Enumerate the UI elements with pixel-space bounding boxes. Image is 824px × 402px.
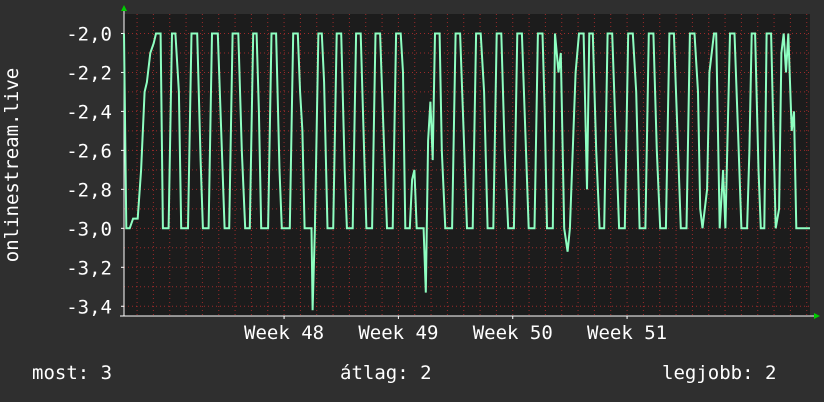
x-axis-arrow (814, 313, 820, 319)
legend-current: most: 3 (32, 362, 112, 384)
y-axis-arrow (121, 5, 127, 11)
y-tick-label: -2,0 (66, 23, 112, 45)
y-tick-label: -2,2 (66, 62, 112, 84)
legend-average-label: átlag: (340, 362, 409, 384)
x-tick-label: Week 48 (244, 322, 324, 344)
y-axis-label-wrap: onlinestream.live (0, 0, 26, 320)
x-ticks: Week 48 Week 49 Week 50 Week 51 (244, 316, 667, 344)
legend-best-label: legjobb: (662, 362, 754, 384)
y-tick-label: -3,2 (66, 257, 112, 279)
legend-average-value: 2 (420, 362, 432, 384)
chart: -2,0 -2,2 -2,4 -2,6 -2,8 -3,0 -3,2 -3,4 Week 48… (66, 5, 820, 344)
y-tick-label: -2,8 (66, 179, 112, 201)
legend-best: legjobb: 2 (662, 362, 776, 384)
legend-current-label: most: (32, 362, 90, 384)
legend-best-value: 2 (764, 362, 777, 384)
y-tick-label: -2,6 (66, 140, 112, 162)
x-tick-label: Week 51 (587, 322, 667, 344)
x-tick-label: Week 50 (473, 322, 553, 344)
legend-current-value: 3 (100, 362, 113, 384)
y-tick-label: -3,4 (66, 296, 112, 318)
y-ticks: -2,0 -2,2 -2,4 -2,6 -2,8 -3,0 -3,2 -3,4 (66, 23, 124, 318)
legend-average: átlag: 2 (340, 362, 432, 384)
x-tick-label: Week 49 (358, 322, 438, 344)
y-tick-label: -3,0 (66, 218, 112, 240)
y-axis-label: onlinestream.live (1, 67, 23, 263)
y-tick-label: -2,4 (66, 101, 112, 123)
